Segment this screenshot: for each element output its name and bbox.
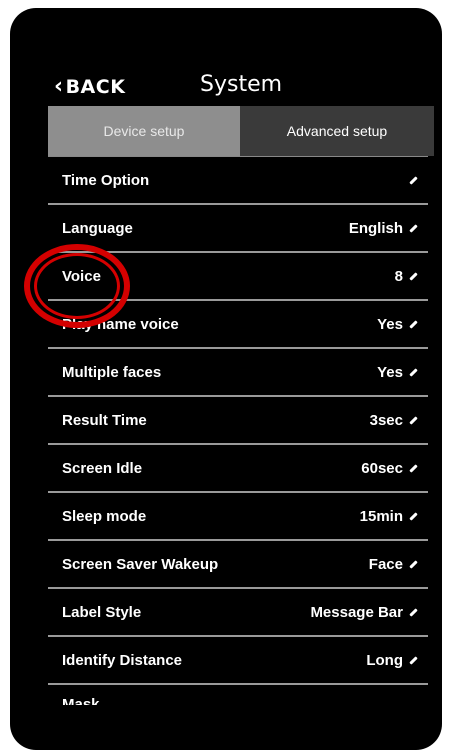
setting-label: Language: [62, 219, 133, 237]
setting-label: Identify Distance: [62, 651, 183, 669]
setting-row-screen-idle[interactable]: Screen Idle 60sec: [48, 445, 428, 493]
edit-pencil-icon: [409, 175, 418, 185]
setting-row-multiple-faces[interactable]: Multiple faces Yes: [48, 349, 428, 397]
setting-value: English: [348, 219, 403, 237]
setting-value: Yes: [377, 315, 403, 333]
setting-row-screen-saver-wakeup[interactable]: Screen Saver Wakeup Face: [48, 541, 428, 589]
edit-pencil-icon: [409, 655, 418, 665]
back-button[interactable]: ‹ BACK: [54, 74, 126, 99]
setting-row-sleep-mode[interactable]: Sleep mode 15min: [48, 493, 428, 541]
edit-pencil-icon: [409, 319, 418, 329]
setting-row-language[interactable]: Language English: [48, 205, 428, 253]
edit-pencil-icon: [409, 511, 418, 521]
top-bar: ‹ BACK System: [30, 60, 434, 108]
screen: ‹ BACK System Device setup Advanced setu…: [30, 60, 434, 720]
setting-value: 60sec: [361, 459, 403, 477]
edit-pencil-icon: [409, 271, 418, 281]
setting-label: Voice: [62, 267, 101, 285]
setting-label: Mask: [62, 696, 100, 705]
chevron-left-icon: ‹: [54, 74, 64, 99]
setting-value: Face: [368, 555, 403, 573]
tab-advanced-setup[interactable]: Advanced setup: [240, 106, 434, 156]
device-frame: ‹ BACK System Device setup Advanced setu…: [10, 8, 442, 750]
setting-row-label-style[interactable]: Label Style Message Bar: [48, 589, 428, 637]
setting-row-voice[interactable]: Voice 8: [48, 253, 428, 301]
edit-pencil-icon: [409, 223, 418, 233]
setting-label: Label Style: [62, 603, 142, 621]
setting-value: Message Bar: [310, 603, 403, 621]
setting-row-result-time[interactable]: Result Time 3sec: [48, 397, 428, 445]
edit-pencil-icon: [409, 607, 418, 617]
tab-device-setup[interactable]: Device setup: [48, 106, 240, 156]
setting-row-play-name-voice[interactable]: Play name voice Yes: [48, 301, 428, 349]
setting-label: Screen Idle: [62, 459, 143, 477]
edit-pencil-icon: [409, 559, 418, 569]
setting-value: Long: [366, 651, 403, 669]
setting-label: Screen Saver Wakeup: [62, 555, 219, 573]
settings-list: Time Option Language English Voice 8 Pla…: [48, 156, 428, 705]
setting-label: Sleep mode: [62, 507, 147, 525]
setting-label: Result Time: [62, 411, 147, 429]
page-title: System: [200, 72, 283, 97]
setting-label: Multiple faces: [62, 363, 162, 381]
tab-bar: Device setup Advanced setup: [48, 106, 434, 156]
setting-value: 8: [394, 267, 403, 285]
edit-pencil-icon: [409, 463, 418, 473]
edit-pencil-icon: [409, 367, 418, 377]
setting-label: Play name voice: [62, 315, 179, 333]
back-label: BACK: [65, 76, 126, 98]
setting-value: 3sec: [369, 411, 403, 429]
setting-label: Time Option: [62, 171, 150, 189]
setting-row-mask[interactable]: Mask: [48, 685, 428, 705]
setting-value: 15min: [359, 507, 403, 525]
edit-pencil-icon: [409, 415, 418, 425]
setting-row-time-option[interactable]: Time Option: [48, 157, 428, 205]
setting-value: Yes: [377, 363, 403, 381]
setting-row-identify-distance[interactable]: Identify Distance Long: [48, 637, 428, 685]
